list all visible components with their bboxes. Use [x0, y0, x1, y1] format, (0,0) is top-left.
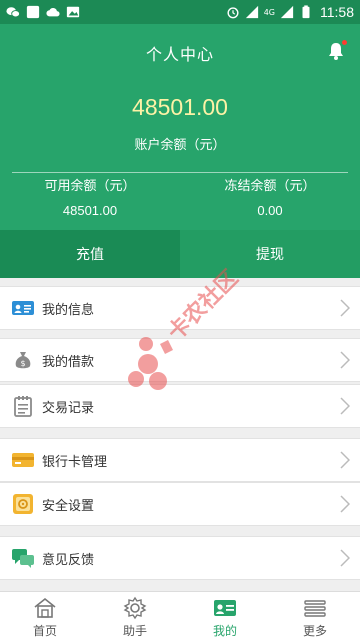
menu-lines-icon [304, 600, 326, 617]
account-balance: 48501.00 [132, 94, 228, 120]
home-icon [34, 597, 56, 618]
alarm-icon [227, 7, 239, 19]
frozen-balance-value: 0.00 [257, 203, 283, 218]
tab-assistant[interactable]: 助手 [90, 592, 180, 640]
chevron-right-icon [340, 451, 350, 469]
money-bag-icon: $ [15, 352, 31, 369]
tab-more[interactable]: 更多 [270, 592, 360, 640]
network-type-label: 4G [263, 7, 275, 17]
recharge-button[interactable]: 充值 [0, 230, 180, 278]
tab-home-label: 首页 [32, 624, 57, 638]
menu-item-label: 我的信息 [42, 302, 95, 318]
notepad-icon [14, 396, 32, 417]
withdraw-button[interactable]: 提现 [180, 230, 360, 278]
menu-item-bank-cards[interactable]: 银行卡管理 [0, 438, 360, 482]
tab-assistant-label: 助手 [122, 624, 147, 638]
tab-mine-label: 我的 [212, 624, 237, 638]
menu-item-label: 银行卡管理 [42, 454, 108, 470]
menu-item-feedback[interactable]: 意见反馈 [0, 536, 360, 580]
available-balance-block: 可用余额（元） 48501.00 [0, 178, 180, 218]
id-card-icon [12, 301, 34, 315]
tab-home[interactable]: 首页 [0, 592, 90, 640]
tab-more-label: 更多 [302, 624, 327, 638]
profile-card-icon [214, 600, 236, 616]
account-header: 个人中心 48501.00 账户余额（元） 可用余额（元） 48501.00 冻… [0, 24, 360, 230]
menu-item-my-loans[interactable]: $ 我的借款 [0, 338, 360, 382]
signal-strength-icon [280, 5, 294, 19]
menu-item-label: 意见反馈 [42, 552, 95, 568]
app-square-icon [26, 5, 40, 19]
menu-item-my-info[interactable]: 我的信息 [0, 286, 360, 330]
available-balance-label: 可用余额（元） [44, 179, 136, 194]
available-balance-value: 48501.00 [62, 203, 118, 218]
chevron-right-icon [340, 351, 350, 369]
status-bar-left [6, 5, 80, 19]
status-bar: 4G 11:58 [0, 0, 360, 24]
status-bar-right: 4G 11:58 [226, 4, 354, 20]
battery-icon [302, 5, 310, 19]
frozen-balance-label: 冻结余额（元） [224, 179, 316, 194]
menu-item-label: 我的借款 [42, 354, 95, 370]
account-balance-label: 账户余额（元） [134, 138, 226, 153]
bottom-navigation: 首页 助手 我的 更多 [0, 591, 360, 640]
menu-item-transactions[interactable]: 交易记录 [0, 384, 360, 428]
chevron-right-icon [340, 299, 350, 317]
wechat-icon [6, 7, 20, 18]
action-bar: 充值 提现 [0, 230, 360, 278]
safe-icon [13, 494, 33, 514]
frozen-balance-block: 冻结余额（元） 0.00 [180, 178, 360, 218]
notification-dot [342, 40, 347, 45]
gear-icon [123, 596, 147, 620]
status-time: 11:58 [320, 4, 354, 20]
chevron-right-icon [340, 495, 350, 513]
menu-item-label: 安全设置 [42, 498, 95, 514]
signal-icon [245, 5, 258, 19]
header-divider [12, 172, 348, 173]
menu-item-security[interactable]: 安全设置 [0, 482, 360, 526]
page-title: 个人中心 [145, 45, 214, 64]
tab-mine[interactable]: 我的 [180, 592, 270, 640]
menu-item-label: 交易记录 [42, 400, 95, 416]
chat-icon [12, 549, 34, 568]
image-icon [66, 6, 80, 18]
chevron-right-icon [340, 549, 350, 567]
svg-text:$: $ [20, 359, 25, 368]
bank-card-icon [12, 453, 34, 467]
chevron-right-icon [340, 397, 350, 415]
cloud-icon [46, 7, 60, 17]
